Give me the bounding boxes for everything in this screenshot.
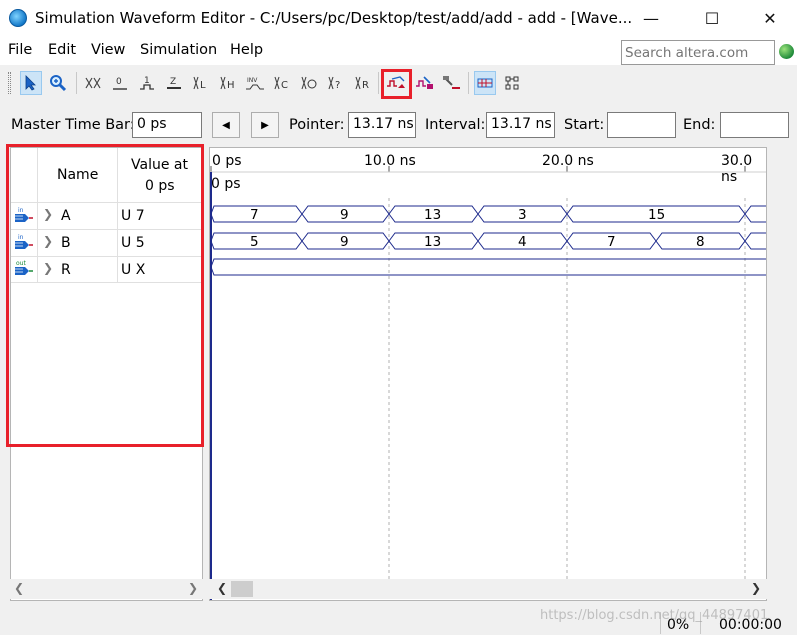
interval-field: 13.17 ns xyxy=(486,112,555,138)
scroll-left-icon[interactable]: ❮ xyxy=(14,581,24,595)
weak-low-icon[interactable]: L xyxy=(190,71,212,95)
svg-text:R: R xyxy=(362,80,369,91)
clock-icon[interactable] xyxy=(298,71,320,95)
svg-text:C: C xyxy=(281,80,288,91)
pointer-field: 13.17 ns xyxy=(348,112,416,138)
scroll-thumb[interactable] xyxy=(231,581,253,597)
wave-value-b: 7 xyxy=(607,234,616,250)
menu-edit[interactable]: Edit xyxy=(48,42,76,58)
master-time-bar-label: Master Time Bar: xyxy=(11,117,135,133)
interval-label: Interval: xyxy=(425,117,486,133)
waveform-vertical-scrollbar[interactable] xyxy=(767,147,788,601)
svg-text:INV: INV xyxy=(247,77,258,84)
wave-value-b: 9 xyxy=(340,234,349,250)
close-button[interactable]: ✕ xyxy=(747,0,793,36)
svg-text:?: ? xyxy=(335,80,340,91)
forcing-unknown-icon[interactable] xyxy=(82,71,104,95)
wave-value-a: 13 xyxy=(424,207,442,223)
forcing-high-icon[interactable]: 1 xyxy=(136,71,158,95)
window-title: Simulation Waveform Editor - C:/Users/pc… xyxy=(35,9,633,27)
search-input[interactable] xyxy=(621,40,775,65)
waveform-horizontal-scrollbar[interactable]: ❮ ❯ xyxy=(209,579,767,599)
sort-icon[interactable] xyxy=(501,71,523,95)
highlight-annotation-toolbar xyxy=(381,69,412,99)
wave-value-a: 15 xyxy=(648,207,666,223)
globe-icon[interactable] xyxy=(779,44,794,59)
wave-value-b: 5 xyxy=(250,234,259,250)
start-label: Start: xyxy=(564,117,605,133)
selection-tool-icon[interactable] xyxy=(20,71,42,95)
svg-text:0: 0 xyxy=(116,77,122,87)
watermark: https://blog.csdn.net/qq_44897401 xyxy=(540,608,769,623)
wave-value-b: 4 xyxy=(518,234,527,250)
wave-value-a: 3 xyxy=(518,207,527,223)
svg-text:Z: Z xyxy=(170,77,176,87)
highlight-annotation-signals xyxy=(6,144,204,447)
svg-text:L: L xyxy=(200,80,206,91)
next-transition-button[interactable]: ▶ xyxy=(251,112,279,138)
wave-value-a: 9 xyxy=(340,207,349,223)
start-field[interactable] xyxy=(607,112,676,138)
pointer-label: Pointer: xyxy=(289,117,345,133)
run-timing-simulation-icon[interactable] xyxy=(414,71,436,95)
wave-value-a: 7 xyxy=(250,207,259,223)
signal-panel-scrollbar[interactable]: ❮ ❯ xyxy=(10,579,203,599)
snap-to-grid-icon[interactable] xyxy=(474,71,496,95)
waveform-canvas[interactable] xyxy=(210,148,767,601)
toolbar-separator xyxy=(76,72,77,94)
previous-transition-button[interactable]: ◀ xyxy=(212,112,240,138)
generate-netlist-icon[interactable] xyxy=(441,71,463,95)
end-field[interactable] xyxy=(720,112,789,138)
minimize-button[interactable]: — xyxy=(628,0,674,36)
scroll-left-icon[interactable]: ❮ xyxy=(217,581,227,595)
weak-high-icon[interactable]: H xyxy=(217,71,239,95)
high-impedance-icon[interactable]: Z xyxy=(163,71,185,95)
arbitrary-value-icon[interactable]: R xyxy=(352,71,374,95)
menu-simulation[interactable]: Simulation xyxy=(140,42,217,58)
scroll-right-icon[interactable]: ❯ xyxy=(751,581,761,595)
app-logo-icon xyxy=(9,9,27,27)
scroll-right-icon[interactable]: ❯ xyxy=(188,581,198,595)
title-bar: Simulation Waveform Editor - C:/Users/pc… xyxy=(0,0,797,37)
menu-file[interactable]: File xyxy=(8,42,32,58)
random-value-icon[interactable]: ? xyxy=(325,71,347,95)
maximize-button[interactable]: ☐ xyxy=(689,0,735,36)
svg-text:H: H xyxy=(227,80,235,91)
end-label: End: xyxy=(683,117,716,133)
master-time-bar-field[interactable]: 0 ps xyxy=(132,112,202,138)
toolbar-separator xyxy=(468,72,469,94)
toolbar-grip[interactable] xyxy=(8,72,11,94)
count-value-icon[interactable]: C xyxy=(271,71,293,95)
menu-view[interactable]: View xyxy=(91,42,125,58)
wave-value-b: 8 xyxy=(696,234,705,250)
menu-help[interactable]: Help xyxy=(230,42,263,58)
forcing-low-icon[interactable]: 0 xyxy=(109,71,131,95)
toolbar-separator xyxy=(378,72,379,94)
invert-icon[interactable]: INV xyxy=(244,71,266,95)
zoom-tool-icon[interactable] xyxy=(47,71,69,95)
waveform-panel[interactable]: 0 ps 10.0 ns 20.0 ns 30.0 ns 0 ps 7 9 13… xyxy=(209,147,767,601)
wave-value-b: 13 xyxy=(424,234,442,250)
